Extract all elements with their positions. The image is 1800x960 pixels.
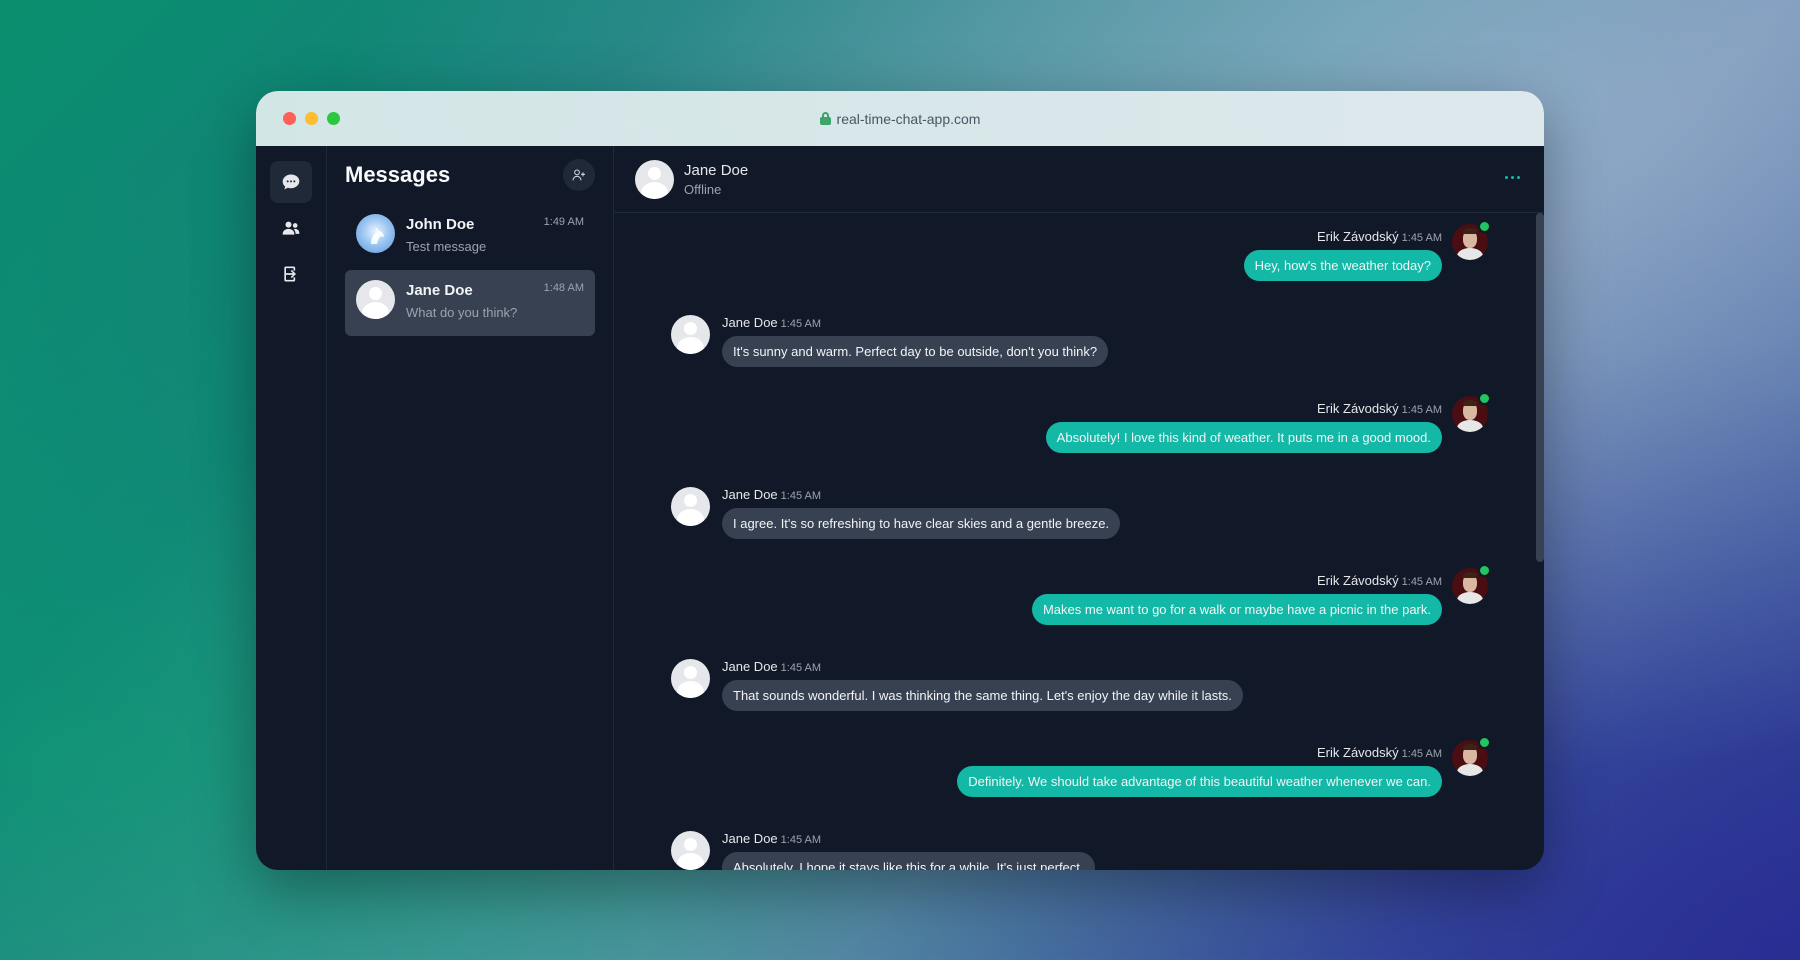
online-indicator [1478,392,1491,405]
chat-app: Messages John Doe Test message 1:49 AM J… [256,146,1544,870]
message-sender: Erik Závodský [1317,401,1399,416]
online-indicator [1478,220,1491,233]
contact-status: Offline [684,181,722,197]
nav-users-button[interactable] [270,207,312,249]
message-time: 1:45 AM [1401,576,1442,588]
nav-logout-button[interactable] [270,253,312,295]
url-text: real-time-chat-app.com [836,110,981,127]
address-bar[interactable]: real-time-chat-app.com [256,91,1544,146]
page-title: Messages [345,162,451,187]
conversation-item-john-doe[interactable]: John Doe Test message 1:49 AM [345,204,595,270]
nav-chats-button[interactable] [270,161,312,203]
message-sender: Erik Závodský [1317,573,1399,588]
logout-icon [284,266,296,282]
unicorn-avatar-icon [371,226,384,244]
message-bubble: Absolutely. I hope it stays like this fo… [722,852,1095,870]
more-options-button[interactable] [1505,176,1520,179]
avatar [356,214,395,253]
message-time: 1:45 AM [780,318,822,330]
contact-avatar[interactable] [635,159,674,199]
conversation-time: 1:49 AM [543,216,584,228]
nav-rail [256,146,327,870]
conversation-time: 1:48 AM [543,282,584,294]
message-sender: Jane Doe [722,315,778,330]
message-time: 1:45 AM [780,662,822,674]
avatar [671,831,710,870]
chat-bubble-icon [282,174,300,190]
conversation-last-message: What do you think? [406,305,518,320]
message-bubble: Hey, how's the weather today? [1243,250,1442,281]
scrollbar[interactable] [1536,213,1544,562]
message-time: 1:45 AM [1401,232,1442,244]
conversation-last-message: Test message [406,239,487,254]
message-bubble: It's sunny and warm. Perfect day to be o… [722,336,1109,367]
users-icon [282,221,300,235]
message-time: 1:45 AM [1401,748,1442,760]
message-sender: Erik Závodský [1317,229,1399,244]
conversation-list-header: Messages [345,159,595,191]
more-icon [1505,176,1508,179]
avatar [671,315,710,354]
message-bubble: I agree. It's so refreshing to have clea… [722,508,1121,539]
avatar [671,487,710,526]
chat-panel: Jane Doe Offline Erik Závodský 1:45 AM He… [614,146,1544,870]
add-user-icon [572,169,585,181]
conversation-list: Messages John Doe Test message 1:49 AM J… [327,146,614,870]
message-sender: Jane Doe [722,487,778,502]
chat-header: Jane Doe Offline [614,146,1544,213]
message-time: 1:45 AM [780,834,822,846]
add-contact-button[interactable] [563,159,595,191]
browser-window: real-time-chat-app.com Messages John Doe… [256,91,1544,870]
message-bubble: That sounds wonderful. I was thinking th… [722,680,1243,711]
message-bubble: Definitely. We should take advantage of … [957,766,1442,797]
browser-titlebar: real-time-chat-app.com [256,91,1544,146]
message-bubble: Absolutely! I love this kind of weather.… [1045,422,1442,453]
message-sender: Jane Doe [722,659,778,674]
message-time: 1:45 AM [780,490,822,502]
online-indicator [1478,736,1491,749]
message-thread[interactable]: Erik Závodský 1:45 AM Hey, how's the weat… [614,213,1544,870]
lock-icon [819,112,831,125]
conversation-item-jane-doe[interactable]: Jane Doe What do you think? 1:48 AM [345,270,595,336]
message-sender: Jane Doe [722,831,778,846]
message-time: 1:45 AM [1401,404,1442,416]
contact-name: Jane Doe [684,161,749,179]
avatar [356,280,395,319]
online-indicator [1478,564,1491,577]
message-bubble: Makes me want to go for a walk or maybe … [1031,594,1442,625]
avatar [671,659,710,698]
message-sender: Erik Závodský [1317,745,1399,760]
